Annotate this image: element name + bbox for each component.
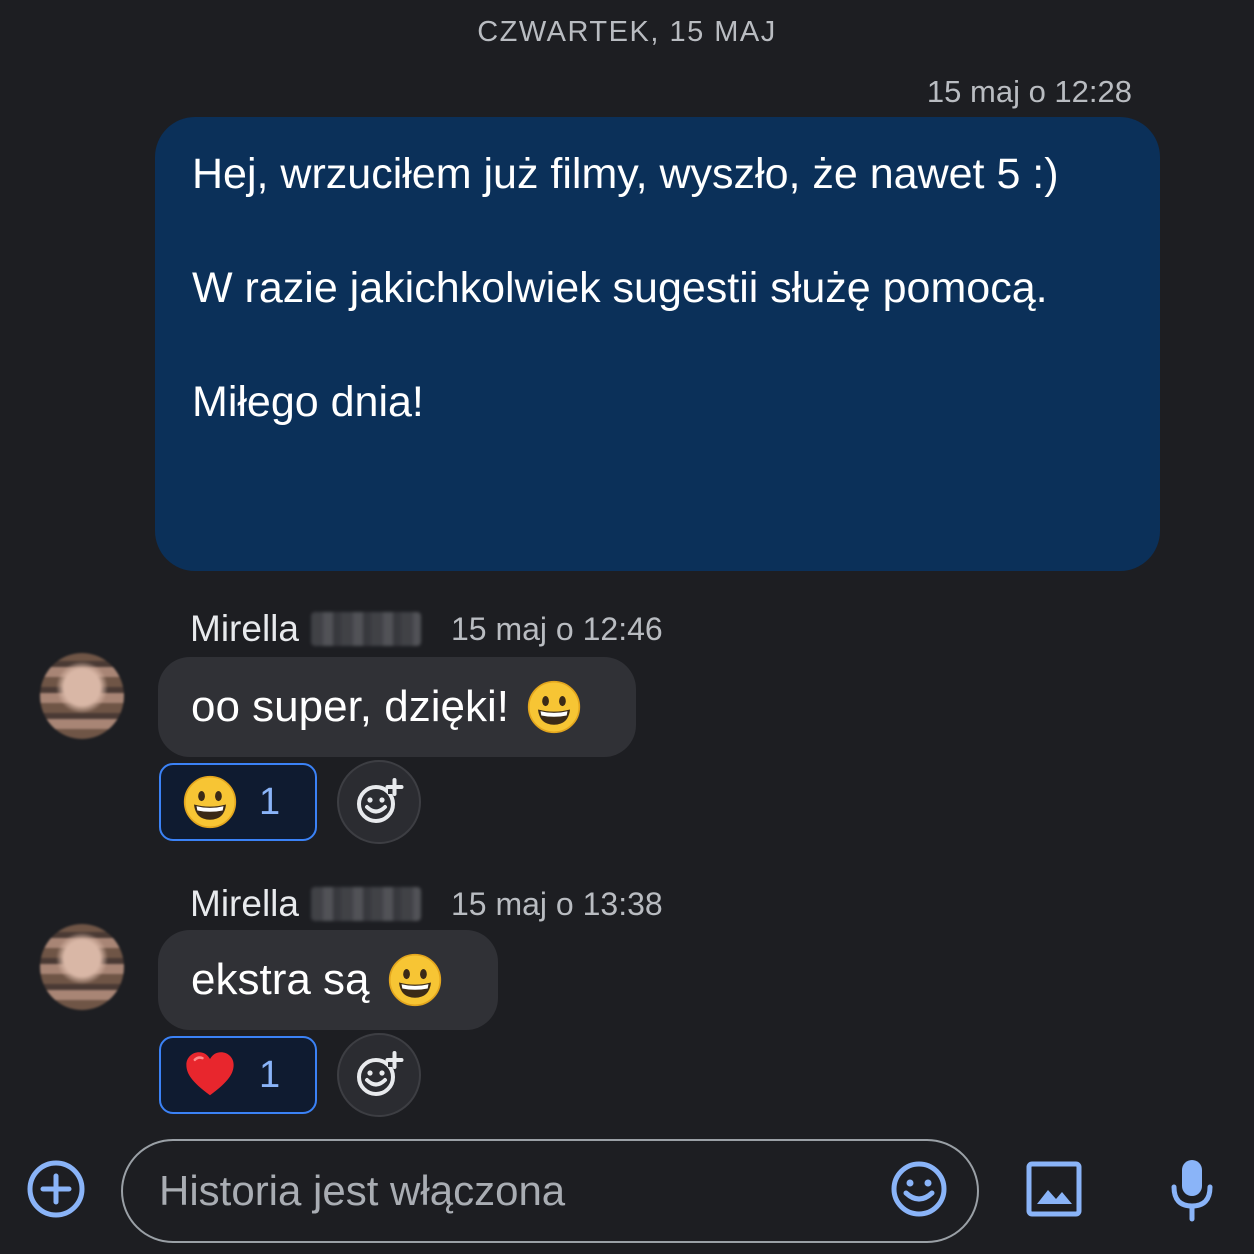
reaction-chip[interactable]: 1 [159,763,317,841]
reaction-count: 1 [259,780,281,823]
message-input[interactable] [121,1139,979,1243]
emoji-icon [891,1161,947,1217]
message-timestamp: 15 maj o 12:46 [450,610,663,647]
redacted-surname [310,887,421,921]
sender-name[interactable]: Mirella [190,608,299,650]
add-reaction-icon [357,1051,404,1096]
add-reaction-button[interactable] [337,760,421,844]
add-reaction-button[interactable] [337,1033,421,1117]
chat-screen: CZWARTEK, 15 MAJ 15 maj o 12:28 Hej, wrz… [0,0,1254,1254]
image-upload-button[interactable] [1024,1159,1084,1219]
outgoing-message-bubble[interactable]: Hej, wrzuciłem już filmy, wyszło, że naw… [155,117,1160,571]
add-circle-icon [27,1160,85,1218]
voice-message-button[interactable] [1162,1157,1222,1223]
incoming-message-bubble[interactable]: ekstra są [158,930,498,1030]
grinning-face-icon [183,775,237,829]
redacted-surname [310,612,421,646]
add-reaction-icon [357,778,404,823]
image-icon [1026,1161,1082,1217]
reaction-count: 1 [259,1053,281,1096]
incoming-message-bubble[interactable]: oo super, dzięki! [158,657,636,757]
microphone-icon [1171,1160,1213,1222]
composer-bar [0,1137,1254,1254]
message-header: Mirella 15 maj o 12:46 [190,607,663,651]
grinning-face-emoji-icon [527,680,581,734]
message-text: oo super, dzięki! [191,682,509,731]
message-timestamp: 15 maj o 12:28 [926,74,1132,109]
message-paragraph: W razie jakichkolwiek sugestii służę pom… [192,264,1048,312]
emoji-picker-button[interactable] [889,1159,949,1219]
reaction-chip[interactable]: 1 [159,1036,317,1114]
grinning-face-emoji-icon [388,953,441,1007]
avatar[interactable] [40,924,124,1010]
date-divider: CZWARTEK, 15 MAJ [477,16,777,48]
message-paragraph: Hej, wrzuciłem już filmy, wyszło, że naw… [192,150,1059,198]
avatar[interactable] [40,653,124,739]
red-heart-icon [186,1052,234,1096]
message-text: ekstra są [191,955,370,1004]
message-paragraph: Miłego dnia! [192,378,424,426]
message-timestamp: 15 maj o 13:38 [450,885,663,922]
sender-name[interactable]: Mirella [190,883,299,925]
add-attachment-button[interactable] [26,1159,86,1219]
message-header: Mirella 15 maj o 13:38 [190,882,663,926]
